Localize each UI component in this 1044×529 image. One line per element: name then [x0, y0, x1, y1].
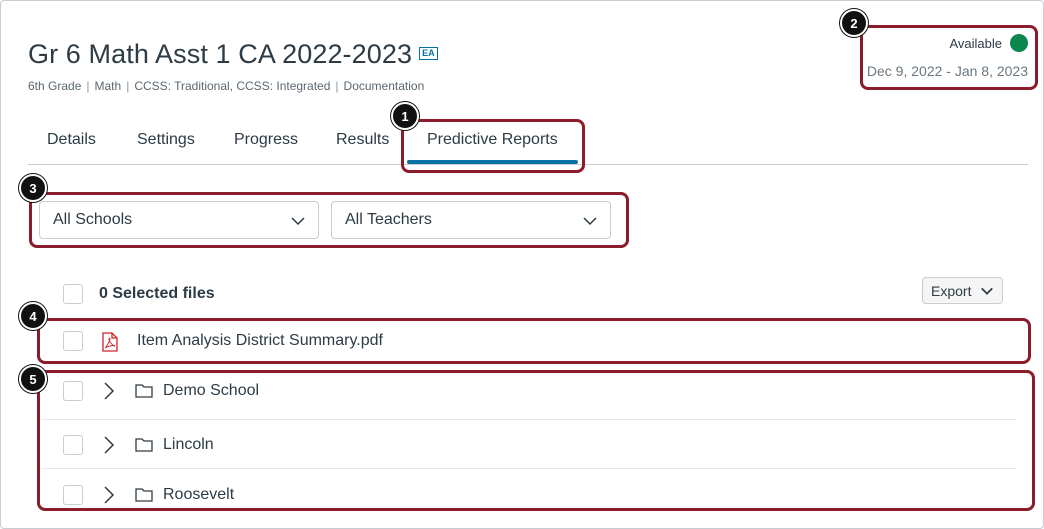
highlight-folder-rows	[37, 370, 1035, 511]
highlight-predictive-reports-tab	[401, 119, 585, 173]
meta-standards: CCSS: Traditional, CCSS: Integrated	[134, 79, 331, 93]
app-frame: Gr 6 Math Asst 1 CA 2022-2023 EA 6th Gra…	[0, 0, 1044, 529]
meta-category: Documentation	[343, 79, 425, 93]
selected-files-count: 0 Selected files	[99, 285, 215, 302]
separator: |	[86, 79, 90, 93]
callout-2: 2	[840, 9, 868, 37]
highlight-pdf-row	[37, 318, 1031, 364]
highlight-availability	[860, 25, 1038, 90]
tab-results[interactable]: Results	[336, 131, 389, 149]
export-label: Export	[931, 282, 972, 299]
chevron-down-icon	[981, 287, 993, 295]
separator: |	[335, 79, 339, 93]
highlight-filters	[29, 192, 629, 248]
tab-settings[interactable]: Settings	[137, 131, 195, 149]
meta-grade: 6th Grade	[28, 79, 82, 93]
separator: |	[126, 79, 130, 93]
title-row: Gr 6 Math Asst 1 CA 2022-2023 EA	[28, 39, 438, 70]
callout-3: 3	[19, 174, 47, 202]
callout-4: 4	[19, 302, 47, 330]
assessment-metadata: 6th Grade | Math | CCSS: Traditional, CCSS: …	[28, 79, 424, 93]
ea-badge: EA	[419, 47, 438, 60]
tab-progress[interactable]: Progress	[234, 131, 298, 149]
callout-5: 5	[19, 365, 47, 393]
meta-subject: Math	[94, 79, 122, 93]
callout-1: 1	[391, 102, 419, 130]
select-all-checkbox[interactable]	[63, 284, 83, 304]
tab-details[interactable]: Details	[47, 131, 96, 149]
export-button[interactable]: Export	[922, 277, 1003, 304]
page-title: Gr 6 Math Asst 1 CA 2022-2023	[28, 39, 413, 69]
